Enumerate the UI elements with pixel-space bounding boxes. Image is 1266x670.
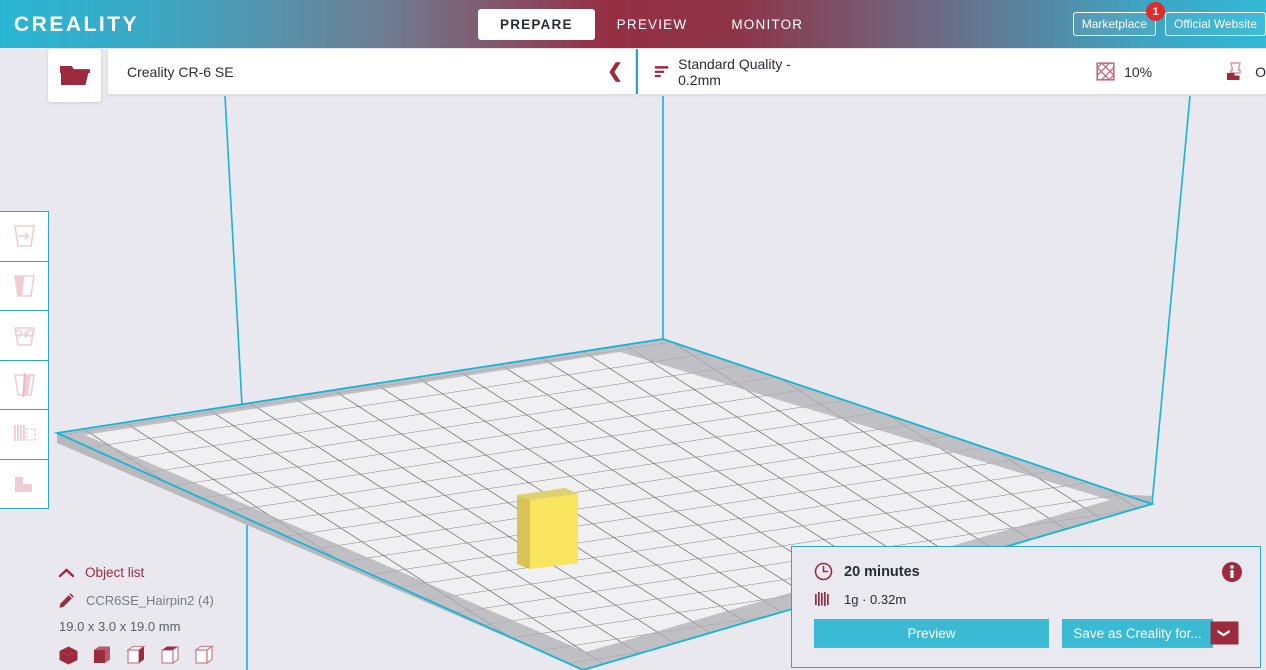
infill-icon (1096, 62, 1115, 81)
chevron-up-icon[interactable] (58, 567, 75, 579)
creality-logo: CREALITY (14, 13, 139, 36)
quality-profile-label: Standard Quality - 0.2mm (678, 55, 791, 88)
preview-button[interactable]: Preview (814, 619, 1049, 648)
app-header: CREALITY PREPARE PREVIEW MONITOR Marketp… (0, 0, 1266, 48)
marketplace-button[interactable]: Marketplace 1 (1072, 2, 1166, 36)
printer-name-label: Creality CR-6 SE (127, 63, 234, 80)
material-row: 1g · 0.32m (814, 591, 906, 607)
marketplace-label: Marketplace (1081, 17, 1148, 31)
rotate-icon (13, 327, 35, 347)
clock-icon (814, 562, 833, 581)
main-tabs: PREPARE PREVIEW MONITOR (478, 8, 825, 40)
open-file-button[interactable] (48, 49, 101, 102)
support-icon (1227, 62, 1242, 80)
print-time-row: 20 minutes (814, 562, 920, 581)
tab-monitor[interactable]: MONITOR (709, 9, 825, 40)
move-icon (13, 225, 35, 248)
support-blocker-tool[interactable] (0, 460, 48, 509)
tab-prepare[interactable]: PREPARE (478, 8, 595, 40)
save-button[interactable]: Save as Creality for... (1062, 619, 1213, 648)
folder-open-icon (59, 65, 90, 85)
pencil-icon[interactable] (58, 592, 75, 609)
view-isometric[interactable] (58, 645, 79, 666)
quality-profile-selector[interactable]: Standard Quality - 0.2mm (654, 56, 812, 88)
per-model-settings-icon (13, 425, 36, 442)
support-selector[interactable]: O (1226, 62, 1266, 81)
save-button-group: Save as Creality for... ❯ (1062, 619, 1239, 648)
layer-height-icon (654, 65, 669, 77)
infill-label: 10% (1124, 63, 1153, 80)
chevron-down-icon[interactable]: ❯ (1210, 621, 1239, 645)
view-cube-buttons (58, 645, 358, 666)
build-volume-edge-right (1151, 96, 1191, 505)
tool-sidebar (0, 211, 49, 509)
info-icon[interactable] (1221, 561, 1243, 588)
tab-preview[interactable]: PREVIEW (595, 9, 710, 40)
printer-selector[interactable]: Creality CR-6 SE ❮ (108, 49, 635, 94)
official-website-button[interactable]: Official Website (1165, 12, 1266, 36)
card-actions: Preview Save as Creality for... ❯ (814, 619, 1239, 648)
object-list-header[interactable]: Object list (58, 565, 358, 580)
print-info-card: 20 minutes 1g · 0.32m Preview Save as Cr… (791, 546, 1261, 668)
support-label: O (1255, 63, 1266, 80)
object-list-title: Object list (85, 565, 145, 580)
rotate-tool[interactable] (0, 311, 48, 361)
material-value: 1g · 0.32m (844, 591, 907, 607)
move-tool[interactable] (0, 212, 48, 262)
object-list-panel: Object list CCR6SE_Hairpin2 (4) 19.0 x 3… (58, 565, 358, 666)
main-toolbar: Creality CR-6 SE ❮ Standard Quality - 0.… (0, 48, 1266, 102)
view-front[interactable] (92, 645, 113, 666)
object-dimensions-label: 19.0 x 3.0 x 19.0 mm (59, 619, 181, 634)
print-time-value: 20 minutes (844, 563, 920, 580)
header-actions: Marketplace 1 Official Website (1072, 2, 1266, 36)
scale-icon (13, 274, 35, 297)
infill-selector[interactable]: 10% (1096, 62, 1152, 81)
object-name-label: CCR6SE_Hairpin2 (4) (86, 593, 214, 608)
mirror-icon (13, 372, 35, 397)
filament-icon (815, 592, 829, 606)
marketplace-badge: 1 (1146, 2, 1166, 21)
chevron-left-icon[interactable]: ❮ (607, 60, 623, 83)
view-top[interactable] (126, 645, 147, 666)
view-left[interactable] (160, 645, 181, 666)
support-blocker-icon (14, 476, 32, 492)
model-ccr6se-hairpin2[interactable] (517, 488, 578, 569)
view-right[interactable] (194, 645, 215, 666)
list-item[interactable]: CCR6SE_Hairpin2 (4) (58, 592, 358, 609)
mirror-tool[interactable] (0, 361, 48, 410)
per-model-settings-tool[interactable] (0, 410, 48, 460)
scale-tool[interactable] (0, 262, 48, 311)
profile-bar: Standard Quality - 0.2mm 10% O (638, 49, 1266, 94)
